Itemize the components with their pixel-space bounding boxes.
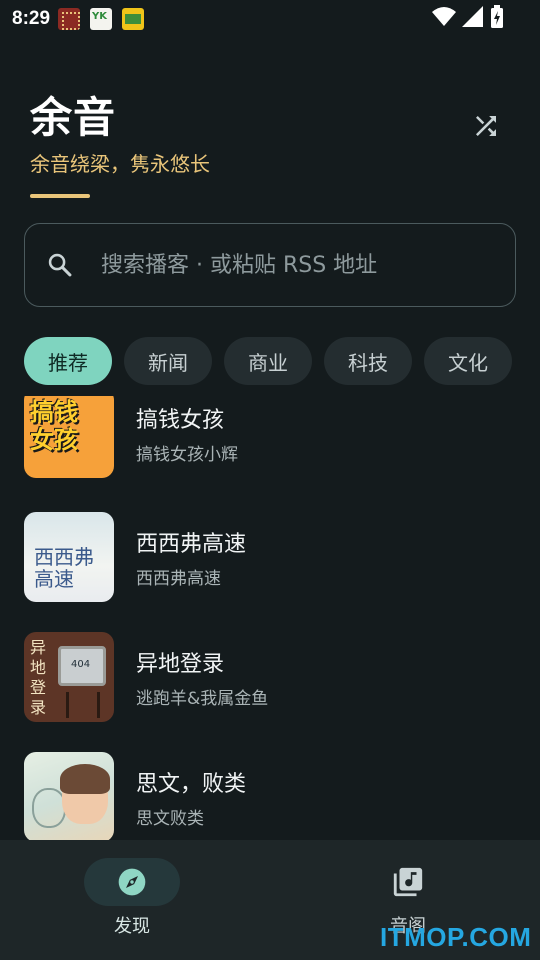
app-subtitle: 余音绕梁，隽永悠长 (30, 152, 210, 176)
wifi-icon (432, 7, 456, 26)
chip-tech[interactable]: 科技 (324, 337, 412, 385)
nav-active-indicator (84, 858, 180, 906)
library-music-icon (393, 867, 423, 897)
podcast-cover: 西西弗 高速 (24, 512, 114, 602)
nav-icon-holder (360, 858, 456, 906)
chip-recommended[interactable]: 推荐 (24, 337, 112, 385)
watermark: ITMOP.COM (380, 922, 532, 952)
podcast-author: 西西弗高速 (136, 568, 221, 589)
search-icon (45, 250, 75, 280)
tv-illustration (58, 646, 106, 686)
podcast-item[interactable]: 异地登录 异地登录 逃跑羊&我属金鱼 (24, 632, 516, 722)
title-underline (30, 194, 90, 198)
battery-icon (491, 5, 503, 28)
system-icons (432, 5, 504, 29)
cover-lettering: 异地登录 (30, 638, 47, 717)
podcast-item[interactable]: 西西弗 高速 西西弗高速 西西弗高速 (24, 512, 516, 602)
podcast-title: 思文，败类 (136, 771, 247, 797)
cover-lettering: 西西弗 高速 (34, 545, 94, 591)
nav-discover[interactable]: 发现 (32, 840, 232, 960)
doodle-illustration (32, 788, 66, 828)
podcast-title: 搞钱女孩 (136, 407, 225, 433)
shuffle-button[interactable] (466, 106, 506, 146)
person-hair (60, 764, 110, 794)
podcast-cover: 搞钱 女孩 (24, 396, 114, 478)
notification-app-icon (58, 8, 81, 30)
search-bar[interactable] (24, 223, 516, 307)
signal-icon (462, 6, 483, 27)
compass-icon (118, 868, 146, 896)
notification-app-icon (122, 8, 145, 30)
nav-label: 发现 (114, 916, 150, 937)
podcast-author: 逃跑羊&我属金鱼 (136, 688, 269, 709)
chip-business[interactable]: 商业 (224, 337, 312, 385)
podcast-author: 思文败类 (136, 808, 204, 829)
podcast-cover: 异地登录 (24, 632, 114, 722)
chip-news[interactable]: 新闻 (124, 337, 212, 385)
podcast-item[interactable]: 思文，败类 思文败类 (24, 752, 516, 840)
notification-app-icon (90, 8, 113, 30)
podcast-author: 搞钱女孩小辉 (136, 444, 238, 465)
podcast-list: 搞钱 女孩 搞钱女孩 搞钱女孩小辉 西西弗 高速 西西弗高速 西西弗高速 异地登… (0, 396, 540, 840)
stand-illustration (66, 692, 100, 718)
cover-lettering: 搞钱 女孩 (30, 398, 78, 454)
podcast-title: 西西弗高速 (136, 531, 247, 557)
chip-culture[interactable]: 文化 (424, 337, 512, 385)
podcast-cover (24, 752, 114, 840)
shuffle-icon (476, 116, 496, 136)
app-title: 余音 (30, 93, 117, 142)
status-time: 8:29 (12, 8, 51, 29)
search-input[interactable] (101, 252, 481, 278)
status-bar: 8:29 (0, 0, 540, 38)
podcast-title: 异地登录 (136, 651, 225, 677)
category-chip-row: 推荐 新闻 商业 科技 文化 (24, 337, 512, 385)
podcast-item[interactable]: 搞钱 女孩 搞钱女孩 搞钱女孩小辉 (24, 396, 516, 478)
